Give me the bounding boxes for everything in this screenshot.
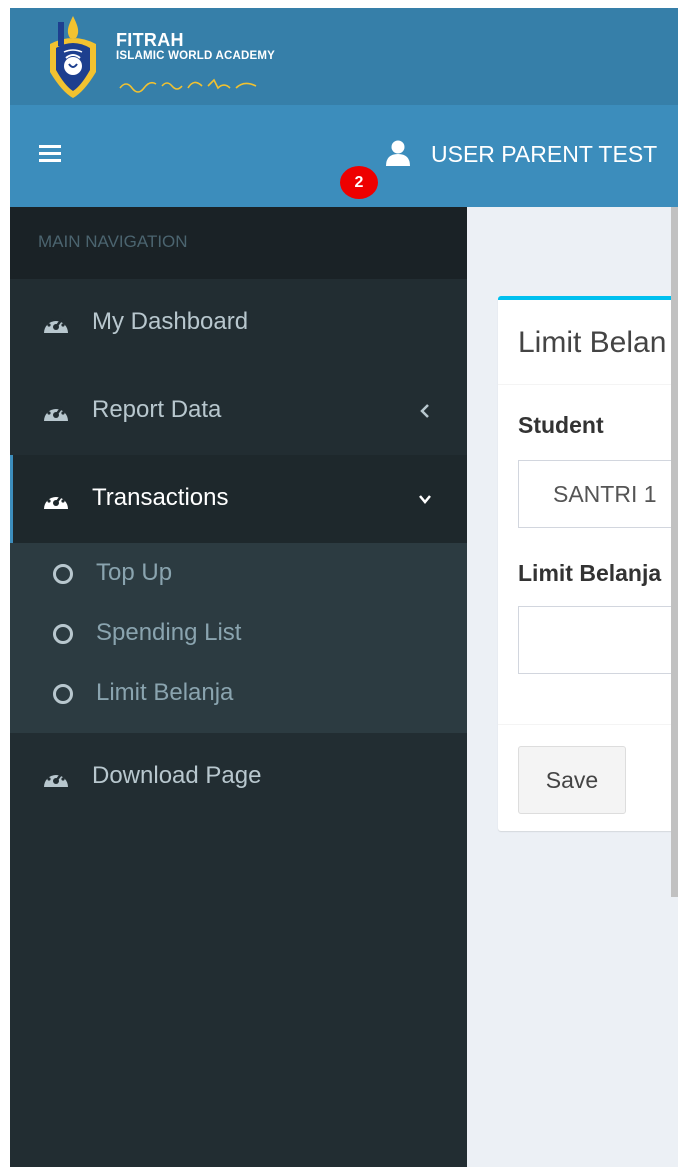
circle-icon	[53, 684, 73, 704]
sidebar-item-label: Report Data	[92, 396, 222, 423]
logo-bar: FITRAH ISLAMIC WORLD ACADEMY	[10, 8, 678, 105]
limit-belanja-input[interactable]	[518, 606, 678, 674]
sidebar-toggle-button[interactable]	[30, 139, 70, 173]
arabic-script-icon	[119, 78, 257, 93]
limit-belanja-form-box: Limit Belan Student SANTRI 1 Limit Belan…	[498, 296, 678, 831]
student-select-value: SANTRI 1	[553, 481, 657, 507]
chevron-left-icon	[420, 404, 429, 418]
notification-badge[interactable]: 2	[340, 166, 378, 199]
transactions-submenu: Top Up Spending List Limit Belanja	[10, 543, 467, 733]
save-button[interactable]: Save	[518, 746, 626, 814]
box-footer-divider	[498, 724, 678, 725]
dashboard-icon	[44, 406, 68, 421]
brand-subtitle: ISLAMIC WORLD ACADEMY	[116, 50, 276, 62]
box-title: Limit Belan	[518, 326, 667, 359]
student-select[interactable]: SANTRI 1	[518, 460, 678, 528]
sidebar-subitem-label: Spending List	[96, 619, 242, 646]
nav-header: MAIN NAVIGATION	[10, 207, 467, 279]
student-label: Student	[518, 412, 604, 438]
sidebar-subitem-limit-belanja[interactable]: Limit Belanja	[10, 665, 467, 725]
limit-belanja-label: Limit Belanja	[518, 560, 662, 586]
circle-icon	[53, 564, 73, 584]
box-header-divider	[498, 384, 678, 385]
sidebar-item-report-data[interactable]: Report Data	[10, 367, 467, 455]
circle-icon	[53, 624, 73, 644]
sidebar-subitem-label: Top Up	[96, 559, 173, 586]
fitrah-emblem-icon[interactable]	[38, 14, 108, 100]
user-menu[interactable]: USER PARENT TEST	[376, 135, 678, 175]
sidebar-item-transactions[interactable]: Transactions	[10, 455, 467, 543]
dashboard-icon	[44, 318, 68, 333]
scrollbar[interactable]	[671, 207, 678, 897]
content-area: Limit Belan Student SANTRI 1 Limit Belan…	[467, 207, 678, 1167]
brand-title: FITRAH	[116, 30, 184, 50]
sidebar-subitem-spending-list[interactable]: Spending List	[10, 605, 467, 665]
dashboard-icon	[44, 772, 68, 787]
sidebar-subitem-top-up[interactable]: Top Up	[10, 545, 467, 605]
dashboard-icon	[44, 494, 68, 509]
user-icon	[386, 140, 410, 166]
sidebar-item-my-dashboard[interactable]: My Dashboard	[10, 279, 467, 367]
user-name: USER PARENT TEST	[431, 141, 658, 167]
sidebar-item-label: Transactions	[92, 484, 229, 511]
sidebar-subitem-label: Limit Belanja	[96, 679, 234, 706]
sidebar-item-download-page[interactable]: Download Page	[10, 733, 467, 821]
chevron-down-icon	[419, 495, 431, 504]
app-frame: FITRAH ISLAMIC WORLD ACADEMY USER PARENT…	[10, 8, 678, 1167]
sidebar-item-label: Download Page	[92, 762, 262, 789]
sidebar-item-label: My Dashboard	[92, 308, 249, 335]
sidebar: MAIN NAVIGATION My Dashboard Report Data	[10, 207, 467, 1167]
